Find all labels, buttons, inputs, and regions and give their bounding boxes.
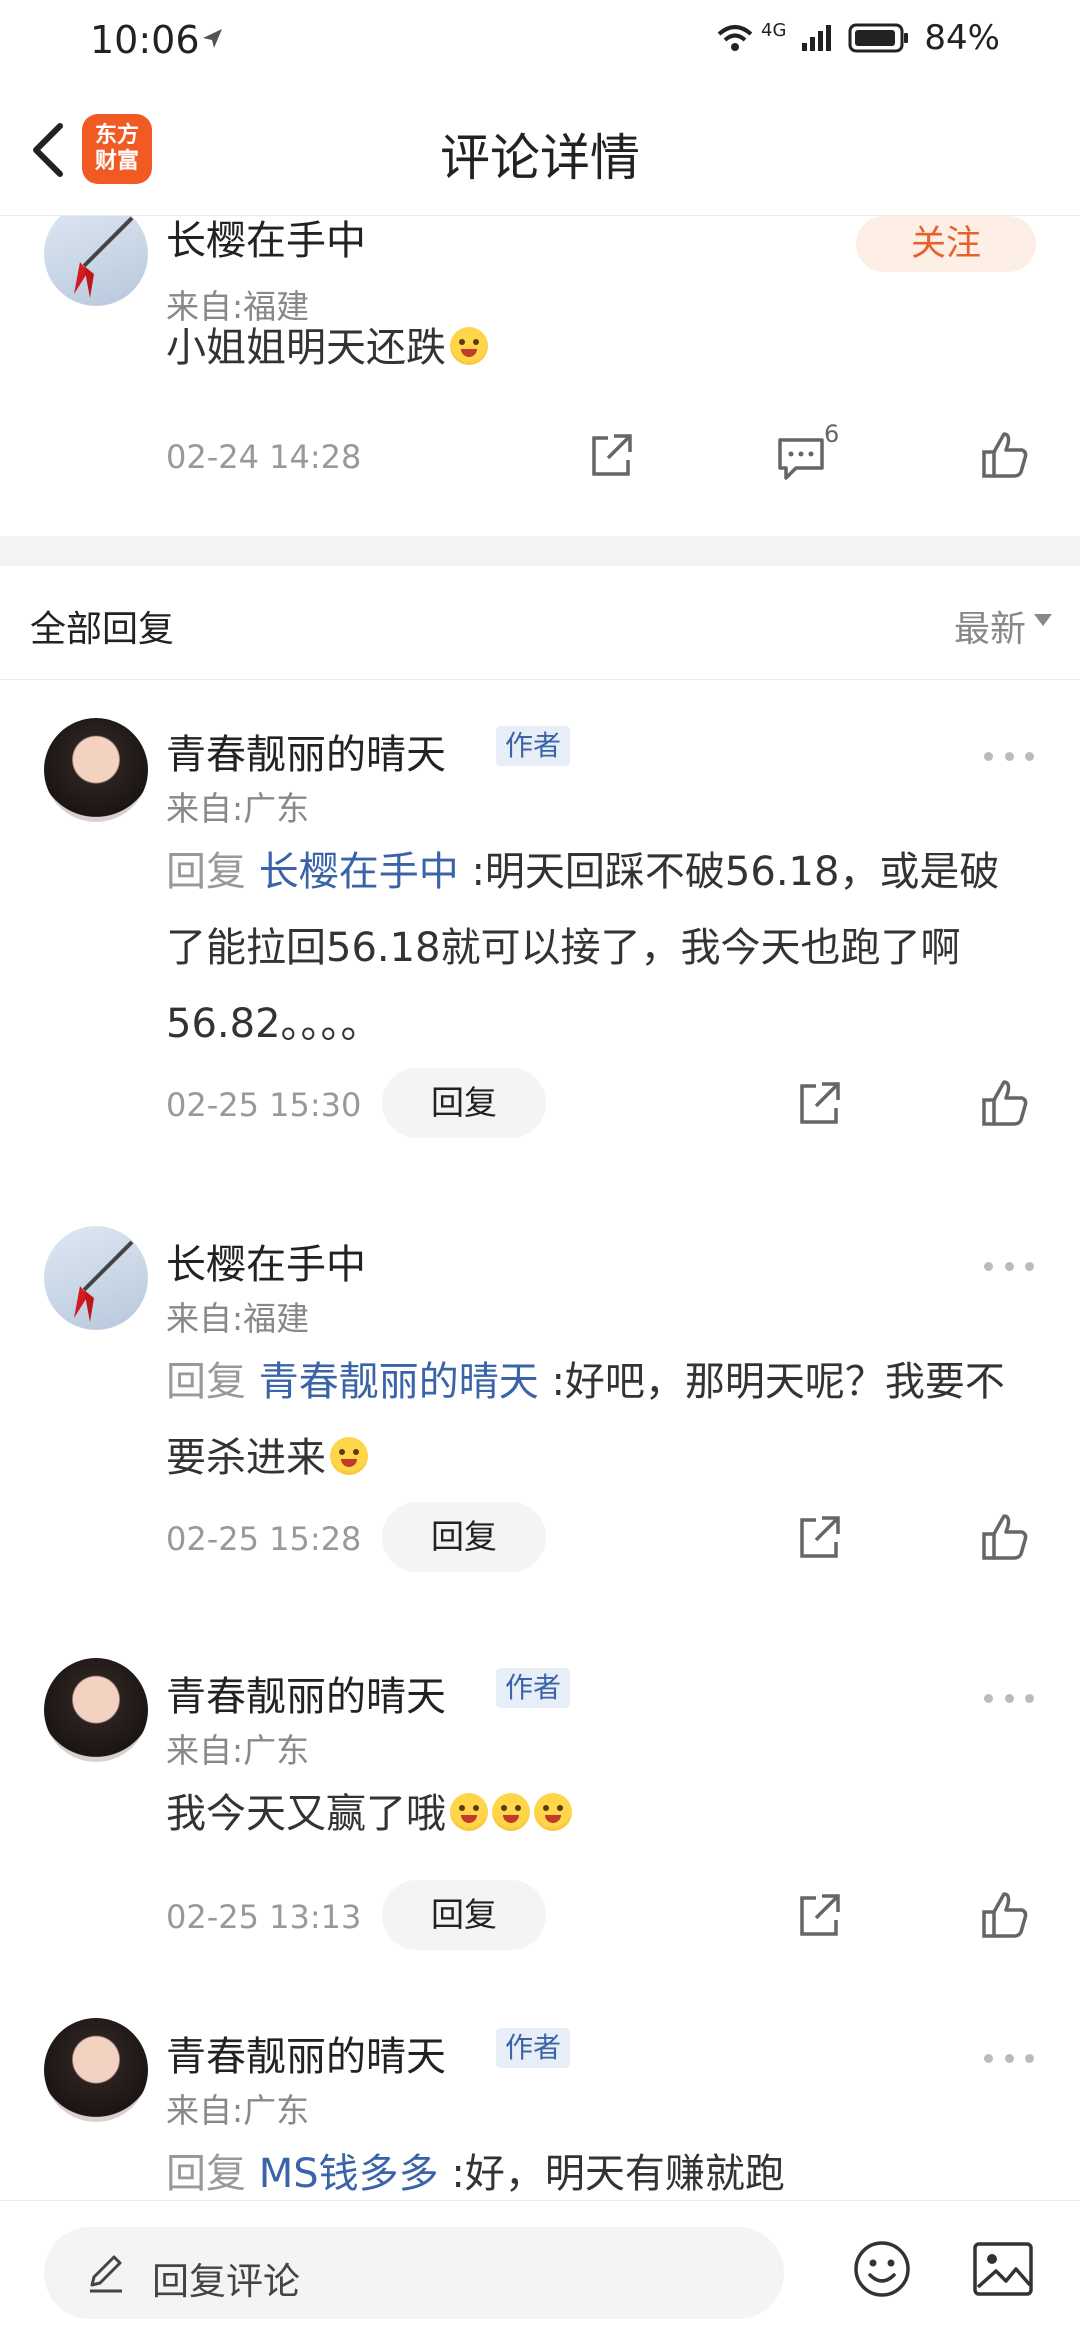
reply-body: 好，明天有赚就跑 [464,2151,785,2197]
avatar[interactable] [44,216,148,306]
winking-tongue-emoji-icon [450,1793,488,1831]
pencil-icon [90,2255,122,2293]
sweat-emoji-icon [330,1437,368,1475]
reply-button[interactable]: 回复 [382,1880,546,1950]
author-location: 来自:广东 [166,2091,310,2130]
battery-icon [848,23,909,53]
reply-text: 回复 MS钱多多 :好，明天有赚就跑 [166,2136,1026,2200]
author-badge: 作者 [496,2028,571,2068]
comment-time: 02-24 14:28 [166,438,362,476]
more-options-icon[interactable] [984,2048,1034,2068]
grinning-emoji-icon [450,327,488,365]
reply-time: 02-25 15:30 [166,1086,362,1124]
author-name[interactable]: 青春靓丽的晴天 [166,1664,446,1722]
mention-link[interactable]: 长樱在手中 [259,849,459,895]
reply-prefix: 回复 [166,849,246,895]
reply-prefix: 回复 [166,1359,246,1405]
reply-text: 回复 长樱在手中 :明天回踩不破56.18，或是破了能拉回56.18就可以接了，… [166,834,1026,1062]
reply-text: 回复 青春靓丽的晴天 :好吧，那明天呢？我要不要杀进来 [166,1344,1026,1496]
share-icon[interactable] [794,1512,844,1562]
author-name[interactable]: 长樱在手中 [166,216,366,266]
navigation-arrow-icon [203,29,222,48]
mention-link[interactable]: MS钱多多 [259,2151,439,2197]
wifi-icon [717,25,753,51]
top-comment: 长樱在手中 来自:福建 关注 小姐姐明天还跌 02-24 14:28 6 [0,216,1080,536]
reply-time: 02-25 13:13 [166,1898,362,1936]
caret-down-icon[interactable] [1034,614,1052,626]
avatar[interactable] [44,1226,148,1330]
avatar[interactable] [44,1658,148,1762]
reply-item: 青春靓丽的晴天 作者 来自:广东 回复 长樱在手中 :明天回踩不破56.18，或… [0,712,1080,1172]
reply-item: 长樱在手中 来自:福建 回复 青春靓丽的晴天 :好吧，那明天呢？我要不要杀进来 … [0,1222,1080,1622]
share-icon[interactable] [794,1890,844,1940]
separator: : [471,849,485,895]
author-badge: 作者 [496,1668,571,1708]
separator: : [451,2151,465,2197]
reply-prefix: 回复 [166,2151,246,2197]
section-divider [0,536,1080,566]
reply-time: 02-25 15:28 [166,1520,362,1558]
separator: : [551,1359,565,1405]
more-options-icon[interactable] [984,1256,1034,1276]
follow-button[interactable]: 关注 [856,216,1036,272]
nav-bar: 东方 财富 评论详情 [0,84,1080,216]
comment-count: 6 [824,420,840,448]
comment-text: 小姐姐明天还跌 [166,310,488,386]
battery-percent: 84% [924,18,1000,58]
winking-tongue-emoji-icon [492,1793,530,1831]
author-name[interactable]: 青春靓丽的晴天 [166,2024,446,2082]
author-name[interactable]: 青春靓丽的晴天 [166,722,446,780]
mention-link[interactable]: 青春靓丽的晴天 [259,1359,539,1405]
signal-icon [802,25,832,51]
emoji-icon[interactable] [852,2239,912,2299]
sort-dropdown[interactable]: 最新 [954,600,1026,652]
tassel-spear-icon [74,216,134,298]
replies-header: 全部回复 最新 [0,566,1080,680]
author-badge: 作者 [496,726,571,766]
reply-button[interactable]: 回复 [382,1068,546,1138]
like-icon[interactable] [980,430,1030,480]
share-icon[interactable] [586,430,636,480]
replies-title: 全部回复 [30,609,175,650]
more-options-icon[interactable] [984,746,1034,766]
network-type: 4G [761,19,787,41]
author-name[interactable]: 长樱在手中 [166,1232,366,1290]
author-location: 来自:广东 [166,789,310,828]
reply-body: 我今天又赢了哦 [166,1791,446,1837]
like-icon[interactable] [980,1890,1030,1940]
comment-icon[interactable] [776,432,826,482]
page-title: 评论详情 [440,129,640,187]
status-indicators: 4G 84% [715,18,1000,58]
reply-input-placeholder: 回复评论 [152,2260,300,2303]
author-location: 来自:福建 [166,1299,310,1338]
status-bar: 10:06 4G 84% [0,0,1080,84]
more-options-icon[interactable] [984,1688,1034,1708]
comment-text-body: 小姐姐明天还跌 [166,325,446,371]
like-icon[interactable] [980,1512,1030,1562]
reply-comment-input[interactable]: 回复评论 [44,2227,784,2319]
status-time: 10:06 [90,18,200,62]
reply-item: 青春靓丽的晴天 作者 来自:广东 回复 MS钱多多 :好，明天有赚就跑 [0,2018,1080,2200]
reply-button[interactable]: 回复 [382,1502,546,1572]
avatar[interactable] [44,2018,148,2122]
image-icon[interactable] [972,2241,1034,2297]
reply-text: 我今天又赢了哦 [166,1776,572,1852]
share-icon[interactable] [794,1078,844,1128]
like-icon[interactable] [980,1078,1030,1128]
winking-tongue-emoji-icon [534,1793,572,1831]
reply-item: 青春靓丽的晴天 作者 来自:广东 我今天又赢了哦 02-25 13:13 回复 [0,1658,1080,1978]
avatar[interactable] [44,718,148,822]
tassel-spear-icon [74,1240,134,1322]
author-location: 来自:广东 [166,1731,310,1770]
bottom-bar: 回复评论 [0,2200,1080,2340]
